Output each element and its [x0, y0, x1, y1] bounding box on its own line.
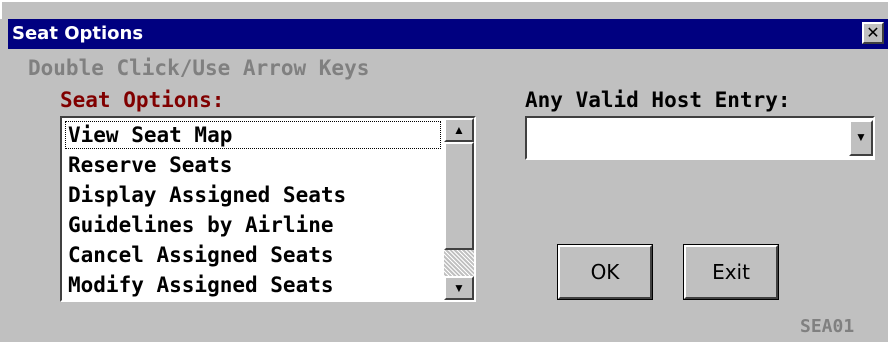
seat-options-label: Seat Options:	[60, 88, 225, 112]
list-item-display-assigned-seats[interactable]: Display Assigned Seats	[64, 180, 442, 210]
scroll-down-button[interactable]: ▼	[444, 276, 474, 300]
host-entry-dropdown-button[interactable]: ▼	[849, 120, 873, 156]
instruction-hint: Double Click/Use Arrow Keys	[28, 56, 370, 80]
arrow-up-icon: ▲	[453, 123, 465, 137]
seat-options-listbox[interactable]: View Seat Map Reserve Seats Display Assi…	[60, 116, 476, 302]
screen-code: SEA01	[800, 316, 855, 337]
exit-button-label: Exit	[712, 260, 750, 284]
ok-button[interactable]: OK	[557, 244, 653, 300]
title-bar[interactable]: Seat Options ✕	[8, 19, 888, 49]
scroll-up-button[interactable]: ▲	[444, 118, 474, 142]
list-scrollbar[interactable]: ▲ ▼	[444, 118, 474, 300]
ok-button-label: OK	[590, 260, 620, 284]
window-left-edge	[0, 19, 8, 342]
window-title: Seat Options	[12, 23, 144, 44]
host-entry-combobox[interactable]: ▼	[525, 116, 875, 160]
scrollbar-thumb[interactable]	[444, 142, 474, 250]
list-item-cancel-assigned-seats[interactable]: Cancel Assigned Seats	[64, 240, 442, 270]
chevron-down-icon: ▼	[855, 130, 867, 144]
close-button[interactable]: ✕	[862, 22, 884, 44]
arrow-down-icon: ▼	[453, 281, 465, 295]
close-icon: ✕	[866, 23, 880, 42]
list-item-reserve-seats[interactable]: Reserve Seats	[64, 150, 442, 180]
exit-button[interactable]: Exit	[683, 244, 779, 300]
seat-options-list: View Seat Map Reserve Seats Display Assi…	[64, 120, 442, 300]
host-entry-label: Any Valid Host Entry:	[525, 88, 791, 112]
list-item-view-seat-map[interactable]: View Seat Map	[64, 120, 442, 150]
list-item-guidelines-by-airline[interactable]: Guidelines by Airline	[64, 210, 442, 240]
list-item-modify-assigned-seats[interactable]: Modify Assigned Seats	[64, 270, 442, 300]
